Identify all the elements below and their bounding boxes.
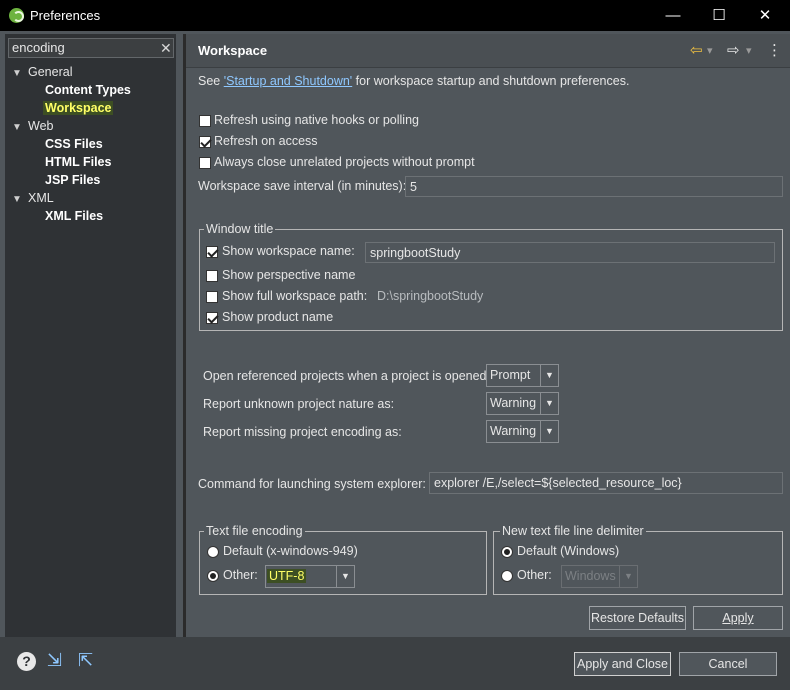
explorer-command-label: Command for launching system explorer: [198,477,426,491]
back-arrow-icon[interactable]: ⇦ [690,41,703,59]
tree-item-label: Web [28,119,54,133]
show-perspective-label: Show perspective name [222,268,356,282]
apply-button[interactable]: Apply [693,606,783,630]
show-full-path-checkbox[interactable] [206,291,218,303]
always-close-checkbox[interactable] [199,157,211,169]
window-title: Preferences [30,8,101,23]
chevron-down-icon: ▼ [540,365,558,386]
refresh-access-checkbox[interactable] [199,136,211,148]
show-product-checkbox[interactable] [206,312,218,324]
tree-item-content-types[interactable]: Content Types [45,82,131,99]
description-text: See [198,74,224,88]
tree-item-css-files[interactable]: CSS Files [45,136,103,153]
chevron-down-icon[interactable]: ▼ [12,191,28,208]
show-full-path-label: Show full workspace path: [222,289,368,303]
unknown-nature-combo[interactable]: Warning ▼ [486,392,559,415]
startup-description: See 'Startup and Shutdown' for workspace… [198,74,629,88]
forward-dropdown-icon[interactable]: ▾ [746,44,752,57]
filter-input[interactable]: encoding [8,38,174,58]
open-referenced-label: Open referenced projects when a project … [203,369,490,383]
spring-app-icon [9,8,24,23]
missing-encoding-combo[interactable]: Warning ▼ [486,420,559,443]
dialog-button-bar [0,637,790,690]
chevron-down-icon: ▼ [540,393,558,414]
show-workspace-name-checkbox[interactable] [206,246,218,258]
chevron-down-icon: ▼ [540,421,558,442]
tree-item-workspace[interactable]: Workspace [43,100,114,117]
apply-and-close-button[interactable]: Apply and Close [574,652,671,676]
combo-value: Prompt [490,368,531,382]
line-delimiter-legend: New text file line delimiter [500,524,646,538]
workspace-name-input[interactable]: springbootStudy [365,242,775,263]
delimiter-other-label: Other: [517,568,552,582]
back-dropdown-icon[interactable]: ▾ [707,44,713,57]
view-menu-icon[interactable]: ⋮ [767,41,782,59]
tree-item-html-files[interactable]: HTML Files [45,154,111,171]
chevron-down-icon[interactable]: ▼ [12,65,28,82]
combo-value: UTF-8 [267,569,307,583]
show-perspective-checkbox[interactable] [206,270,218,282]
show-workspace-name-label: Show workspace name: [222,244,355,258]
encoding-other-radio[interactable] [207,570,219,582]
tree-item-label: General [28,65,73,79]
tree-item-xml[interactable]: ▼ XML [12,190,54,207]
chevron-down-icon: ▼ [619,566,637,587]
delimiter-default-radio[interactable] [501,546,513,558]
export-icon[interactable]: ⇱ [78,650,93,671]
encoding-default-label: Default (x-windows-949) [223,544,358,558]
tree-item-general[interactable]: ▼ General [12,64,72,81]
always-close-label: Always close unrelated projects without … [214,155,475,169]
save-interval-label: Workspace save interval (in minutes): [198,179,407,193]
chevron-down-icon[interactable]: ▼ [12,119,28,136]
startup-shutdown-link[interactable]: 'Startup and Shutdown' [224,74,352,88]
unknown-nature-label: Report unknown project nature as: [203,397,395,411]
save-interval-input[interactable]: 5 [405,176,783,197]
tree-item-web[interactable]: ▼ Web [12,118,53,135]
tree-item-xml-files[interactable]: XML Files [45,208,103,225]
encoding-combo[interactable]: UTF-8 ▼ [265,565,355,588]
encoding-other-label: Other: [223,568,258,582]
refresh-native-checkbox[interactable] [199,115,211,127]
chevron-down-icon: ▼ [336,566,354,587]
delimiter-combo[interactable]: Windows ▼ [561,565,638,588]
description-text: for workspace startup and shutdown prefe… [352,74,630,88]
text-encoding-legend: Text file encoding [204,524,305,538]
open-referenced-combo[interactable]: Prompt ▼ [486,364,559,387]
combo-value: Warning [490,396,537,410]
combo-value: Windows [565,569,616,583]
missing-encoding-label: Report missing project encoding as: [203,425,402,439]
encoding-default-radio[interactable] [207,546,219,558]
explorer-command-input[interactable]: explorer /E,/select=${selected_resource_… [429,472,783,494]
refresh-access-label: Refresh on access [214,134,318,148]
restore-defaults-button[interactable]: Restore Defaults [589,606,686,630]
tree-item-label: Workspace [43,101,114,115]
minimize-button[interactable]: — [650,0,696,31]
clear-filter-icon[interactable]: ✕ [160,40,172,57]
window-title-legend: Window title [204,222,276,236]
delimiter-other-radio[interactable] [501,570,513,582]
tree-item-jsp-files[interactable]: JSP Files [45,172,100,189]
refresh-native-label: Refresh using native hooks or polling [214,113,419,127]
forward-arrow-icon[interactable]: ⇨ [727,41,740,59]
show-product-label: Show product name [222,310,334,324]
full-path-value: D:\springbootStudy [377,289,484,303]
page-title: Workspace [198,43,268,58]
help-icon[interactable]: ? [17,652,36,671]
import-icon[interactable]: ⇲ [47,650,62,671]
combo-value: Warning [490,424,537,438]
tree-item-label: XML [28,191,54,205]
cancel-button[interactable]: Cancel [679,652,777,676]
line-delimiter-group [493,531,783,595]
delimiter-default-label: Default (Windows) [517,544,620,558]
close-window-button[interactable]: ✕ [742,0,788,31]
maximize-button[interactable]: ☐ [696,0,742,31]
